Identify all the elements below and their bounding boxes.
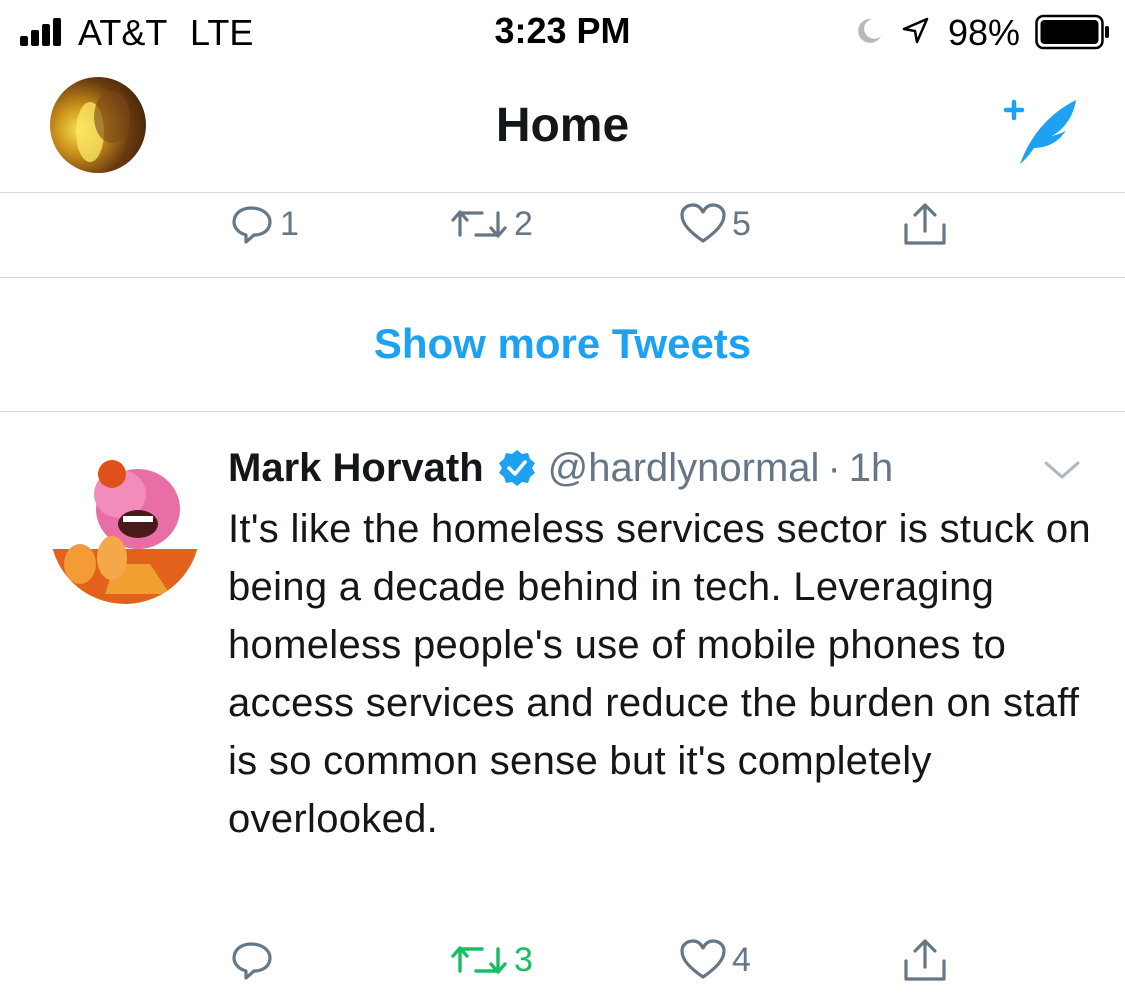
tweet-author-handle[interactable]: @hardlynormal bbox=[548, 446, 820, 491]
reply-icon bbox=[232, 206, 272, 244]
muppet-avatar-image bbox=[50, 454, 200, 604]
status-bar: AT&T LTE 3:23 PM 98% bbox=[0, 0, 1125, 64]
moon-icon bbox=[858, 18, 881, 43]
reply-button[interactable]: 1 bbox=[230, 194, 299, 254]
divider bbox=[0, 277, 1125, 278]
like-count: 4 bbox=[732, 940, 751, 979]
reply-button[interactable] bbox=[230, 930, 280, 990]
tweet-timestamp[interactable]: 1h bbox=[849, 446, 894, 491]
retweet-button[interactable]: 2 bbox=[448, 194, 533, 254]
show-more-tweets-link[interactable]: Show more Tweets bbox=[0, 320, 1125, 368]
retweet-button[interactable]: 3 bbox=[448, 930, 533, 990]
share-button[interactable] bbox=[900, 194, 950, 254]
location-icon bbox=[902, 17, 929, 44]
page-title: Home bbox=[495, 99, 630, 152]
share-icon bbox=[904, 939, 946, 981]
retweet-count: 3 bbox=[514, 940, 533, 979]
nav-header: Home bbox=[0, 64, 1125, 193]
retweet-icon bbox=[451, 946, 507, 974]
battery-icon bbox=[1035, 14, 1109, 50]
reply-count: 1 bbox=[280, 204, 299, 243]
verified-badge-icon bbox=[498, 450, 535, 486]
previous-tweet-actions: 1 2 5 bbox=[0, 194, 1125, 254]
retweet-count: 2 bbox=[514, 204, 533, 243]
tweet-author-avatar[interactable] bbox=[50, 454, 200, 604]
like-button[interactable]: 5 bbox=[678, 194, 751, 254]
tweet-author-name[interactable]: Mark Horvath bbox=[228, 446, 484, 491]
battery-percentage: 98% bbox=[948, 12, 1021, 53]
chevron-down-icon[interactable] bbox=[1040, 455, 1084, 485]
separator-dot: · bbox=[827, 445, 841, 490]
heart-icon bbox=[680, 939, 726, 979]
reply-icon bbox=[232, 942, 272, 980]
compose-tweet-icon bbox=[1003, 99, 1076, 164]
compose-tweet-button[interactable] bbox=[1000, 92, 1084, 166]
like-count: 5 bbox=[732, 204, 751, 243]
heart-icon bbox=[680, 203, 726, 243]
share-button[interactable] bbox=[900, 930, 950, 990]
tweet-text: It's like the homeless services sector i… bbox=[228, 507, 1091, 841]
share-icon bbox=[904, 203, 946, 245]
tweet-header: Mark Horvath @hardlynormal · 1h bbox=[228, 440, 893, 496]
retweet-icon bbox=[451, 210, 507, 238]
tweet-actions: 3 4 bbox=[0, 930, 1125, 990]
divider bbox=[0, 411, 1125, 412]
like-button[interactable]: 4 bbox=[678, 930, 751, 990]
